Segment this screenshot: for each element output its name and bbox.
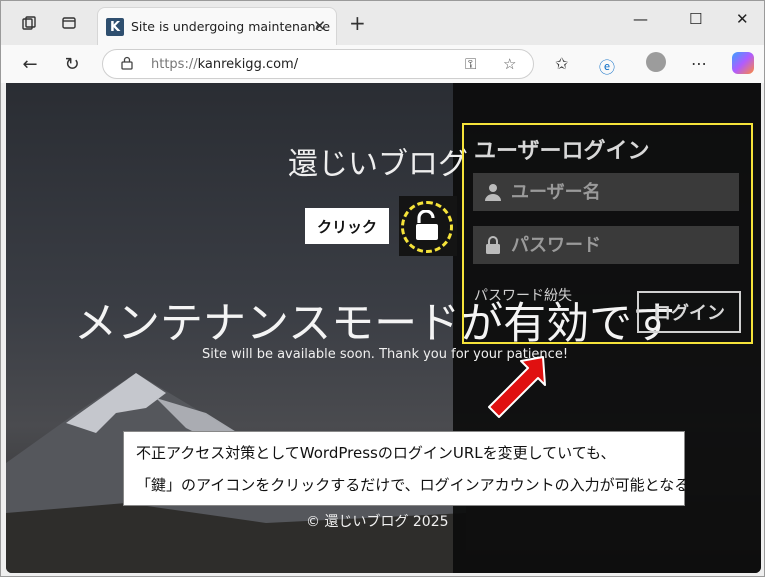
- site-title[interactable]: 還じいブログ: [288, 139, 468, 183]
- login-button[interactable]: ログイン: [637, 291, 741, 333]
- annotation-callout: 不正アクセス対策としてWordPressのログインURLを変更していても、 「鍵…: [123, 431, 689, 506]
- tab-title: Site is undergoing maintenance: [131, 19, 331, 34]
- url-protocol: https://: [151, 57, 198, 72]
- key-icon[interactable]: ⚿: [465, 55, 476, 73]
- new-tab-icon[interactable]: +: [349, 11, 366, 35]
- click-label: クリック: [305, 208, 389, 244]
- callout-line-2: 「鍵」のアイコンをクリックするだけで、ログインアカウントの入力が可能となる: [136, 476, 690, 494]
- username-input[interactable]: [511, 177, 731, 207]
- tab-bar: K Site is undergoing maintenance ✕ + — ☐…: [1, 1, 764, 45]
- browser-window: K Site is undergoing maintenance ✕ + — ☐…: [0, 0, 765, 577]
- close-icon[interactable]: ✕: [313, 17, 326, 35]
- favorites-icon[interactable]: ✩: [555, 54, 568, 73]
- password-input[interactable]: [511, 230, 731, 260]
- active-tab[interactable]: K Site is undergoing maintenance ✕: [97, 7, 337, 45]
- site-favicon: K: [106, 18, 124, 36]
- window-close-icon[interactable]: ✕: [736, 10, 749, 28]
- unlock-icon: [416, 210, 438, 240]
- padlock-icon: [485, 236, 501, 258]
- minimize-icon[interactable]: —: [633, 10, 648, 28]
- profile-icon[interactable]: [646, 52, 666, 72]
- user-icon: [485, 183, 501, 205]
- footer-copyright: © 還じいブログ 2025: [306, 514, 449, 530]
- more-icon[interactable]: ⋯: [691, 54, 707, 73]
- page-viewport: 還じいブログ クリック メンテナンスモードが有効です Site will be …: [6, 83, 761, 573]
- login-panel: ユーザーログイン パスワード紛失 ログイン: [462, 123, 753, 344]
- workspaces-icon[interactable]: [17, 11, 41, 35]
- annotation-arrow: [488, 356, 546, 418]
- login-title: ユーザーログイン: [474, 139, 650, 164]
- callout-line-1: 不正アクセス対策としてWordPressのログインURLを変更していても、: [136, 444, 616, 462]
- copilot-icon[interactable]: [732, 52, 754, 74]
- tab-actions-icon[interactable]: [57, 11, 81, 35]
- back-icon[interactable]: ←: [17, 51, 43, 77]
- url-domain: kanrekigg.com/: [197, 57, 299, 72]
- favorite-star-icon[interactable]: ☆: [503, 55, 516, 73]
- url-text[interactable]: https://kanrekigg.com/: [151, 57, 298, 72]
- lost-password-link[interactable]: パスワード紛失: [474, 285, 572, 305]
- username-field[interactable]: [473, 173, 739, 211]
- maximize-icon[interactable]: ☐: [689, 10, 702, 28]
- refresh-icon[interactable]: ↻: [59, 51, 85, 77]
- address-bar[interactable]: https://kanrekigg.com/ ⚿ ☆: [102, 49, 534, 79]
- e-icon[interactable]: ⓔ: [599, 54, 615, 78]
- password-field[interactable]: [473, 226, 739, 264]
- unlock-button[interactable]: [399, 196, 457, 256]
- lock-icon[interactable]: [121, 56, 133, 74]
